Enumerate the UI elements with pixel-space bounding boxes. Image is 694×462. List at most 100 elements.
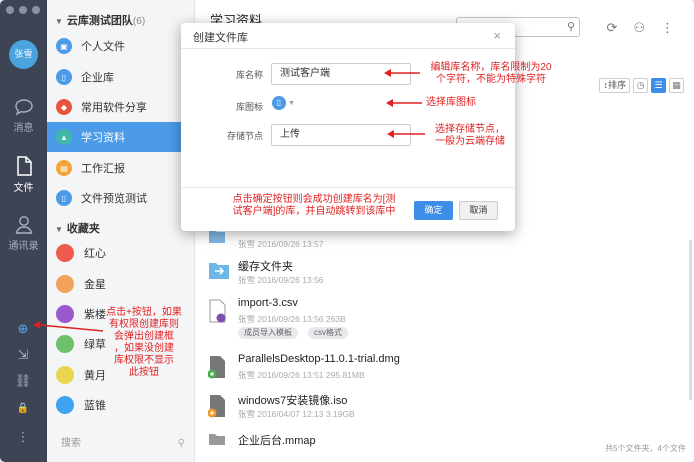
annotation-confirm-note: 点击确定按钮则会成功创建库名为[测 试客户端]的库，并自动跳转到该库中: [232, 194, 396, 217]
favorite-label: 红心: [84, 248, 106, 260]
file-name: import-3.csv: [238, 297, 298, 309]
nav-contacts-label: 通讯录: [8, 241, 39, 252]
left-rail: 张雪 消息 文件 通讯录 ⊕ ⇲ ⛓ 🔒 ⋮: [0, 0, 47, 462]
confirm-button[interactable]: 确定: [414, 201, 453, 220]
library-item[interactable]: ▤ 工作汇报: [47, 153, 195, 183]
mmap-file-icon: [209, 434, 225, 445]
color-dot-icon: [56, 366, 74, 384]
file-meta: 张雪 2016/09/26 13:51 295.81MB: [238, 370, 365, 380]
color-dot-icon: [56, 396, 74, 414]
scrollbar[interactable]: [689, 240, 692, 400]
dmg-file-icon: [208, 356, 225, 379]
minimize-window-button[interactable]: [19, 6, 27, 14]
favorite-item[interactable]: 蓝锥: [47, 390, 195, 420]
icon-label: 库图标: [235, 102, 263, 112]
library-icon: ▯: [272, 96, 286, 110]
favorite-item[interactable]: 金星: [47, 269, 195, 299]
dialog-title: 创建文件库: [193, 32, 248, 44]
file-name: ParallelsDesktop-11.0.1-trial.dmg: [238, 353, 400, 365]
library-item-label: 个人文件: [81, 41, 125, 53]
list-item[interactable]: ParallelsDesktop-11.0.1-trial.dmg 张雪 201…: [208, 353, 678, 383]
color-dot-icon: [56, 275, 74, 293]
library-item[interactable]: ▣ 个人文件: [47, 31, 195, 61]
export-icon[interactable]: ⇲: [14, 346, 32, 364]
color-dot-icon: [56, 335, 74, 353]
library-item-selected[interactable]: ▲ 学习资料: [47, 122, 195, 152]
nav-contacts[interactable]: 通讯录: [0, 214, 47, 252]
library-item-label: 常用软件分享: [81, 102, 147, 114]
grid-view-icon[interactable]: ▦: [669, 78, 684, 93]
favorites-group-header[interactable]: ▼ 收藏夹: [55, 220, 100, 236]
arrow-icon: [386, 99, 422, 107]
add-member-icon[interactable]: ⚇: [633, 20, 645, 36]
list-item[interactable]: import-3.csv 张雪 2016/09/26 13:56 263B 成员…: [208, 297, 678, 345]
file-tag[interactable]: csv格式: [308, 327, 348, 339]
iso-file-icon: [208, 395, 225, 418]
graduation-cap-icon: ▲: [56, 129, 72, 145]
library-item-label: 学习资料: [81, 132, 125, 144]
avatar[interactable]: 张雪: [9, 40, 38, 69]
file-meta: 张雪 2016/09/26 13:56: [238, 275, 324, 285]
rocket-icon: ◆: [56, 99, 72, 115]
node-label: 存储节点: [226, 131, 263, 141]
lock-icon[interactable]: 🔒: [14, 400, 32, 418]
sort-button[interactable]: ↕排序: [599, 78, 630, 93]
recent-view-icon[interactable]: ◷: [633, 78, 648, 93]
file-meta: 张雪 2016/09/26 13:56 263B: [238, 314, 346, 324]
library-item[interactable]: ▯ 文件预览测试: [47, 183, 195, 213]
library-item[interactable]: ▯ 企业库: [47, 62, 195, 92]
library-icon-picker[interactable]: ▯ ▼: [272, 96, 295, 110]
nav-files-label: 文件: [13, 183, 34, 194]
file-meta: 张雪 2016/04/07 12:13 3.19GB: [238, 409, 355, 419]
divider: [181, 48, 515, 49]
chevron-down-icon: ▼: [288, 99, 295, 107]
view-toolbar: ↕排序 ◷ ☰ ▦: [599, 78, 684, 93]
nav-messages-label: 消息: [13, 123, 34, 134]
search-icon: ⚲: [177, 438, 185, 449]
favorites-title: 收藏夹: [66, 223, 100, 235]
nav-messages[interactable]: 消息: [0, 98, 47, 134]
link-icon[interactable]: ⛓: [14, 372, 32, 390]
chat-icon: [14, 99, 33, 116]
zoom-window-button[interactable]: [32, 6, 40, 14]
more-vertical-icon[interactable]: ⋮: [14, 428, 32, 446]
library-icon: ▯: [56, 69, 72, 85]
team-group-header[interactable]: ▼ 云库测试团队(6): [55, 12, 145, 28]
library-search-input[interactable]: 搜索 ⚲: [53, 434, 189, 454]
file-name: 企业后台.mmap: [238, 435, 316, 447]
arrow-icon: [33, 321, 104, 332]
library-item-label: 企业库: [81, 72, 114, 84]
annotation-plus-note: 点击+按钮，如果 有权限创建库则 会弹出创建框 ，如果没创建 库权限不显示 此按…: [106, 307, 182, 378]
arrow-icon: [384, 69, 420, 77]
app-window: 张雪 消息 文件 通讯录 ⊕ ⇲ ⛓ 🔒 ⋮ ▼ 云库测试团队(6) ▣ 个人文件…: [0, 0, 694, 462]
list-view-icon[interactable]: ☰: [651, 78, 666, 93]
library-search-placeholder: 搜索: [61, 438, 81, 449]
nav-files[interactable]: 文件: [0, 156, 47, 194]
favorite-item[interactable]: 红心: [47, 238, 195, 268]
sync-icon[interactable]: ⟳: [606, 20, 617, 36]
library-item[interactable]: ◆ 常用软件分享: [47, 92, 195, 122]
csv-file-icon: [209, 299, 226, 323]
file-count: 共5个文件夹，4个文件: [605, 444, 686, 453]
collapse-triangle-icon: ▼: [55, 225, 63, 234]
list-item[interactable]: 缓存文件夹 张雪 2016/09/26 13:56: [208, 258, 678, 288]
library-item-label: 工作汇报: [81, 163, 125, 175]
annotation-name-note: 编辑库名称，库名限制为20 个字符，不能为特殊字符: [430, 62, 552, 85]
personal-files-icon: ▣: [56, 38, 72, 54]
file-name: windows7安装镜像.iso: [238, 395, 348, 407]
arrow-icon: [387, 130, 425, 138]
list-item[interactable]: windows7安装镜像.iso 张雪 2016/04/07 12:13 3.1…: [208, 392, 678, 422]
file-meta: 张雪 2016/09/26 13:57: [238, 239, 324, 249]
annotation-node-note: 选择存储节点， 一般为云端存储: [435, 124, 505, 147]
file-name: 缓存文件夹: [238, 261, 293, 273]
more-vertical-icon[interactable]: ⋮: [661, 20, 674, 36]
divider: [181, 187, 515, 188]
add-circle-icon[interactable]: ⊕: [14, 320, 32, 338]
collapse-triangle-icon: ▼: [55, 17, 63, 26]
close-icon[interactable]: ×: [493, 28, 501, 43]
cancel-button[interactable]: 取消: [459, 201, 498, 220]
library-list: ▼ 云库测试团队(6) ▣ 个人文件 ▯ 企业库 ◆ 常用软件分享 ▲ 学习资料 …: [47, 0, 195, 462]
library-icon: ▯: [56, 190, 72, 206]
file-tag[interactable]: 成员导入模板: [238, 327, 298, 339]
close-window-button[interactable]: [6, 6, 14, 14]
